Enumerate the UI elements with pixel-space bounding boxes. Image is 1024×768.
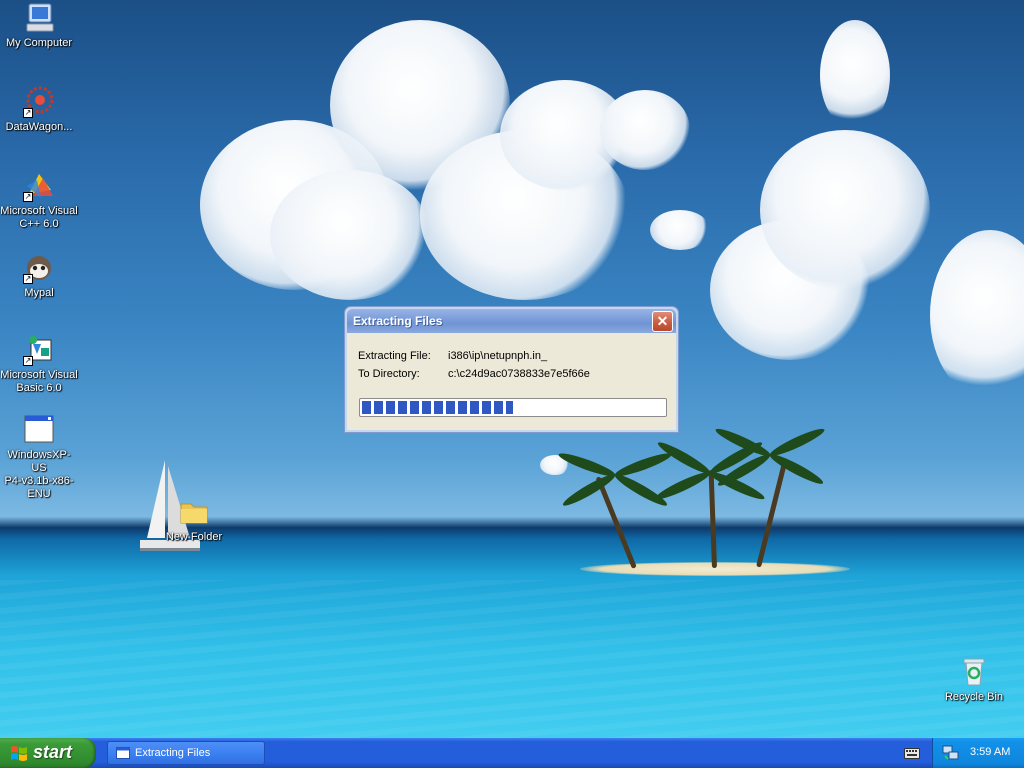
recycle-bin-icon (958, 656, 990, 688)
window-icon (116, 747, 130, 759)
extracting-files-dialog: Extracting Files ✕ Extracting File: i386… (344, 306, 679, 433)
taskbar: start Extracting Files 3:59 AM (0, 738, 1024, 768)
icon-label: Microsoft Visual C++ 6.0 (0, 205, 78, 230)
desktop-icon-visual-basic[interactable]: ↗ Microsoft Visual Basic 6.0 (0, 334, 78, 395)
network-icon[interactable] (942, 745, 960, 761)
shortcut-arrow-icon: ↗ (23, 192, 33, 202)
folder-icon (178, 496, 210, 528)
icon-label: Mypal (24, 287, 54, 299)
taskbar-button-label: Extracting Files (135, 747, 211, 759)
desktop-icon-visual-cpp[interactable]: ↗ Microsoft Visual C++ 6.0 (0, 170, 78, 231)
desktop-icon-recycle-bin[interactable]: Recycle Bin (935, 656, 1013, 704)
to-directory-value: c:\c24d9ac0738833e7e5f66e (448, 368, 590, 380)
clock[interactable]: 3:59 AM (970, 746, 1010, 758)
close-icon: ✕ (656, 313, 669, 329)
dialog-title: Extracting Files (353, 314, 443, 328)
system-tray: 3:59 AM (932, 738, 1024, 768)
icon-label: My Computer (5, 37, 73, 49)
visual-cpp-icon: ↗ (23, 170, 55, 202)
progress-fill (362, 401, 513, 414)
desktop-icon-my-computer[interactable]: My Computer (0, 2, 78, 50)
icon-label: Microsoft Visual Basic 6.0 (0, 369, 78, 394)
start-button[interactable]: start (0, 738, 96, 768)
desktop-icon-datawagon[interactable]: ↗ DataWagon... (0, 86, 78, 134)
to-directory-label: To Directory: (358, 368, 420, 380)
desktop-icon-mypal[interactable]: ↗ Mypal (0, 252, 78, 300)
extracting-file-label: Extracting File: (358, 350, 431, 362)
taskbar-button-extracting-files[interactable]: Extracting Files (107, 741, 265, 765)
visual-basic-icon: ↗ (23, 334, 55, 366)
windows-flag-icon (11, 746, 27, 761)
shortcut-arrow-icon: ↗ (23, 356, 33, 366)
icon-label: WindowsXP-US P4-v3.1b-x86- ENU (4, 449, 74, 500)
datawagon-icon: ↗ (23, 86, 55, 118)
desktop-icon-new-folder[interactable]: New Folder (155, 496, 233, 544)
shortcut-arrow-icon: ↗ (23, 108, 33, 118)
close-button[interactable]: ✕ (652, 311, 673, 332)
extraction-progress-bar (359, 398, 667, 417)
keyboard-icon[interactable] (904, 746, 920, 760)
icon-label: DataWagon... (5, 121, 73, 133)
shortcut-arrow-icon: ↗ (23, 274, 33, 284)
icon-label: Recycle Bin (944, 691, 1004, 703)
window-icon (23, 414, 55, 446)
start-label: start (33, 742, 73, 762)
desktop-icon-windowsxp-installer[interactable]: WindowsXP-US P4-v3.1b-x86- ENU (0, 414, 78, 501)
dialog-titlebar[interactable]: Extracting Files ✕ (347, 309, 676, 333)
extracting-file-value: i386\ip\netupnph.in_ (448, 350, 548, 362)
icon-label: New Folder (165, 531, 223, 543)
mypal-icon: ↗ (23, 252, 55, 284)
computer-icon (23, 2, 55, 34)
